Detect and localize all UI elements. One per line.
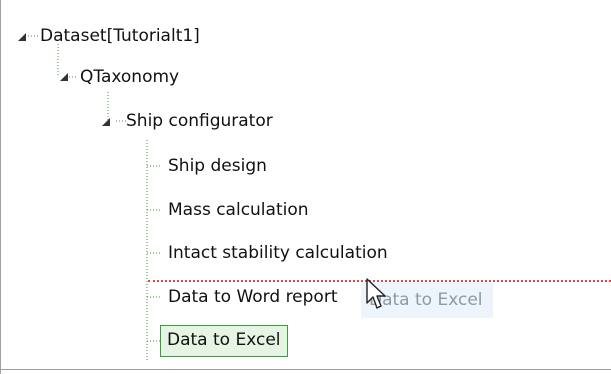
- mouse-pointer-icon: [366, 278, 386, 309]
- expanded-triangle-icon[interactable]: [59, 72, 69, 82]
- tree-node-label: Data to Excel: [167, 330, 281, 350]
- tree-node-label: Ship design: [168, 156, 267, 176]
- tree-node-ship-configurator[interactable]: Ship configurator: [120, 106, 279, 136]
- tree-node-label: Ship configurator: [126, 111, 273, 131]
- tree-node-label: Intact stability calculation: [168, 243, 388, 263]
- tree-node-label: QTaxonomy: [80, 67, 180, 87]
- tree-node-qtaxonomy[interactable]: QTaxonomy: [74, 62, 185, 92]
- tree-node-label: Data to Word report: [168, 287, 338, 307]
- tree-node-ship-design[interactable]: Ship design: [162, 151, 273, 181]
- tree-node-mass-calculation[interactable]: Mass calculation: [162, 195, 315, 225]
- tree-node-intact-stability-calculation[interactable]: Intact stability calculation: [162, 238, 394, 268]
- expanded-triangle-icon[interactable]: [101, 117, 111, 127]
- expanded-triangle-icon[interactable]: [17, 32, 27, 42]
- tree-guide-lines: [28, 35, 160, 360]
- tree-node-label: Dataset[Tutorialt1]: [40, 26, 200, 46]
- tree-node-root[interactable]: Dataset[Tutorialt1]: [34, 21, 206, 51]
- tree-node-data-to-excel[interactable]: Data to Excel: [160, 325, 288, 357]
- tree-node-label: Mass calculation: [168, 200, 309, 220]
- tree-view[interactable]: Dataset[Tutorialt1] QTaxonomy Ship confi…: [0, 0, 611, 374]
- tree-node-data-to-word-report[interactable]: Data to Word report: [162, 282, 344, 312]
